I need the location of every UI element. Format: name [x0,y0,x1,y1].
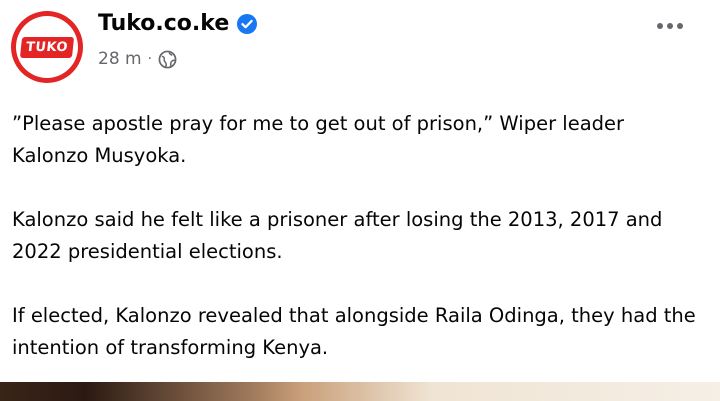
post-meta: 28 m · [98,49,177,69]
verified-badge-icon [236,13,258,35]
globe-icon[interactable] [158,50,177,69]
page-avatar[interactable]: TUKO [11,11,83,83]
post-header: TUKO Tuko.co.ke 28 m · [0,0,720,90]
facebook-post: TUKO Tuko.co.ke 28 m · ”Please apostle p… [0,0,720,401]
tuko-logo: TUKO [19,36,75,58]
more-dot [677,23,683,29]
post-image[interactable] [0,382,720,401]
post-text: ”Please apostle pray for me to get out o… [12,108,702,396]
more-dot [667,23,673,29]
meta-separator: · [147,51,153,67]
post-paragraph-2: Kalonzo said he felt like a prisoner aft… [12,208,663,263]
name-row: Tuko.co.ke [98,13,258,35]
page-name-link[interactable]: Tuko.co.ke [98,13,229,35]
more-options-button[interactable] [650,14,690,38]
more-dot [657,23,663,29]
avatar-inner: TUKO [16,16,78,78]
post-timestamp[interactable]: 28 m [98,49,142,69]
post-paragraph-1: ”Please apostle pray for me to get out o… [12,112,625,167]
post-paragraph-3: If elected, Kalonzo revealed that alongs… [12,304,696,359]
